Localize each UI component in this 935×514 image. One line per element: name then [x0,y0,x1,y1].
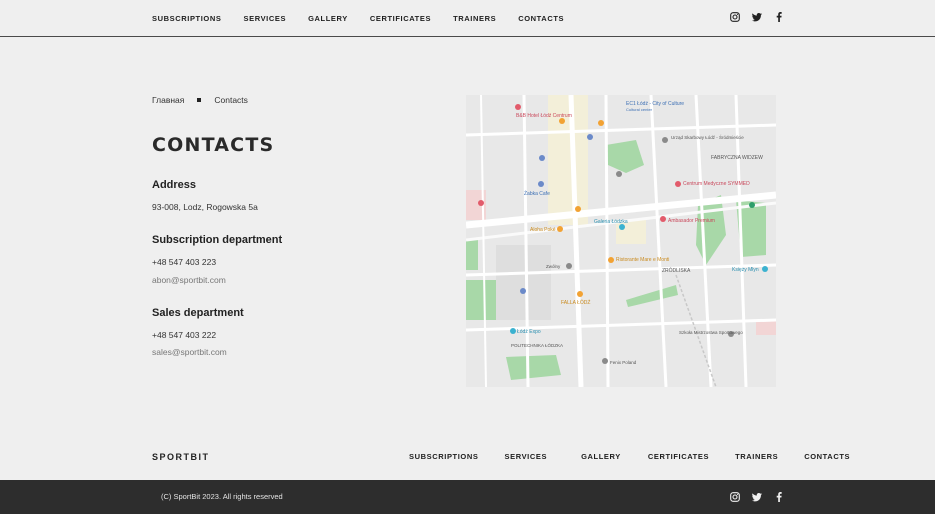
map-label: Fenix Poland [610,360,637,365]
subscription-title: Subscription department [152,234,283,246]
map-label: Żabka Cafe [524,190,550,197]
nav-certificates[interactable]: CERTIFICATES [370,14,431,23]
map-label: Ristorante Mare e Monti [616,257,669,263]
nav-gallery[interactable]: GALLERY [308,14,348,23]
nav-trainers[interactable]: TRAINERS [453,14,496,23]
footer-nav-contacts[interactable]: CONTACTS [804,452,850,461]
breadcrumb-separator [197,98,202,102]
map-label: FABRYCZNA WIDZEW [711,155,763,161]
footer-nav-gallery[interactable]: GALLERY [581,452,621,461]
header-social [730,12,784,22]
breadcrumb-home[interactable]: Главная [152,95,184,105]
sales-email[interactable]: sales@sportbit.com [152,347,227,357]
subscription-phone[interactable]: +48 547 403 223 [152,257,216,267]
breadcrumb-current: Contacts [214,95,248,105]
footer-nav-subscriptions[interactable]: SUBSCRIPTIONS [409,452,478,461]
instagram-icon[interactable] [730,492,740,502]
map-label: Ambasador Premium [668,218,715,224]
breadcrumb: Главная Contacts [152,95,248,105]
sales-title: Sales department [152,307,244,319]
footer-nav-services[interactable]: SERVICES [504,452,547,461]
facebook-icon[interactable] [774,12,784,22]
footer-social [730,492,784,502]
copyright: (C) SportBit 2023. All rights reserved [161,492,283,501]
address-value: 93-008, Lodz, Rogowska 5a [152,202,258,212]
subscription-email[interactable]: abon@sportbit.com [152,275,226,285]
map-label: Urząd Skarbowy Łódź - Śródmieście [671,133,744,140]
main-nav: SUBSCRIPTIONS SERVICES GALLERY CERTIFICA… [152,14,586,23]
footer-nav-trainers[interactable]: TRAINERS [735,452,778,461]
twitter-icon[interactable] [752,492,762,502]
location-map[interactable]: B&B Hotel Łódź Centrum EC1 Łódź - City o… [466,95,776,387]
sales-phone[interactable]: +48 547 403 222 [152,330,216,340]
address-title: Address [152,179,197,191]
map-label: Centrum Medyczne SYMMED [683,181,750,187]
footer-bottom-bar: (C) SportBit 2023. All rights reserved [0,480,935,514]
facebook-icon[interactable] [774,492,784,502]
map-label: Księży Młyn [732,267,759,273]
nav-contacts[interactable]: CONTACTS [518,14,564,23]
map-label: B&B Hotel Łódź Centrum [516,113,572,119]
map-label: Galeria Łódzka [594,219,628,225]
footer-nav: SUBSCRIPTIONS SERVICES GALLERY CERTIFICA… [409,452,850,461]
page-title: CONTACTS [152,134,275,156]
nav-services[interactable]: SERVICES [243,14,286,23]
map-label: Szkoła Mistrzostwa Sportowego [679,330,743,335]
map-label: Aloha Poké [530,227,556,233]
map-label: FALLA ŁÓDŹ [561,299,590,306]
map-label: Łódź Expo [517,329,541,335]
instagram-icon[interactable] [730,12,740,22]
site-header: SUBSCRIPTIONS SERVICES GALLERY CERTIFICA… [0,0,935,37]
map-label: POLITECHNIKA ŁÓDZKA [511,342,563,348]
footer-logo[interactable]: SPORTBIT [152,452,210,462]
map-label: Cultural center [626,107,653,112]
nav-subscriptions[interactable]: SUBSCRIPTIONS [152,14,221,23]
map-label: ZRÓDLISKA [662,267,691,274]
map-label: Zwólny [546,264,561,269]
twitter-icon[interactable] [752,12,762,22]
footer-nav-certificates[interactable]: CERTIFICATES [648,452,709,461]
